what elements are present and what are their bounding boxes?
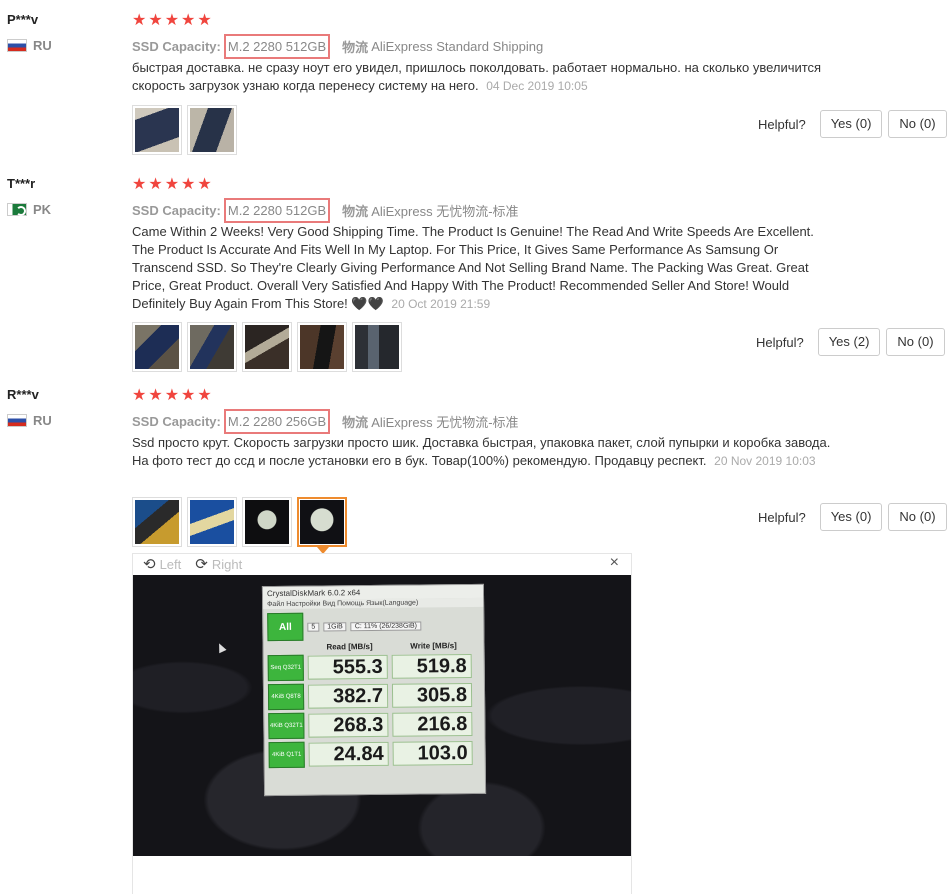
photo-viewer: ⟲ Left ⟳ Right × CrystalDiskMark 6.0.2 x… [132,553,632,894]
helpful-controls: Helpful? Yes (0) No (0) [758,503,947,531]
benchmark-read-value: 24.84 [308,741,389,767]
review-photo-thumb[interactable] [132,497,182,547]
review-photo-thumb[interactable] [352,322,402,372]
purchase-attributes: SSD Capacity: M.2 2280 512GB 物流 AliExpre… [132,198,519,223]
benchmark-write-value: 305.8 [391,682,473,708]
russia-flag-icon [7,414,27,427]
review-photo-thumb[interactable] [187,497,237,547]
helpful-yes-button[interactable]: Yes (0) [819,110,883,138]
review-photo-thumb[interactable] [132,322,182,372]
review-text: быстрая доставка. не сразу ноут его увид… [132,59,832,95]
capacity-value: M.2 2280 512GB [223,198,331,223]
benchmark-row: 4KiB Q32T1 268.3 216.8 [268,711,480,740]
purchase-attributes: SSD Capacity: M.2 2280 256GB 物流 AliExpre… [132,409,519,434]
review-date: 20 Oct 2019 21:59 [391,297,491,311]
benchmark-row: 4KiB Q1T1 24.84 103.0 [268,740,481,769]
benchmark-row-label: Seq Q32T1 [267,654,304,682]
shipping-label: 物流 [342,204,369,219]
capacity-value: M.2 2280 256GB [223,409,331,434]
read-header: Read [MB/s] [326,642,373,652]
shipping-label: 物流 [342,415,369,430]
rotate-right-icon[interactable]: ⟳ [195,555,208,573]
reviewer-name: R***v [7,387,39,402]
benchmark-row: Seq Q32T1 555.3 519.8 [267,653,480,682]
review-photo-thumb[interactable] [132,105,182,155]
rotate-left-button[interactable]: Left [160,557,182,572]
russia-flag-icon [7,39,27,52]
reviewer-name: P***v [7,12,39,27]
photo-thumbnails [132,322,402,372]
reviewer-country: RU [7,38,52,53]
helpful-no-button[interactable]: No (0) [886,328,945,356]
country-code: RU [33,38,52,53]
country-code: RU [33,413,52,428]
review-photo-thumb[interactable] [242,322,292,372]
review-photo-thumb[interactable] [242,497,292,547]
review-body: быстрая доставка. не сразу ноут его увид… [132,60,822,93]
review-photo-thumb[interactable] [297,322,347,372]
helpful-no-button[interactable]: No (0) [888,503,947,531]
capacity-value: M.2 2280 512GB [223,34,331,59]
review-2: T***r PK ★★★★★ SSD Capacity: M.2 2280 51… [0,176,950,376]
attr-label: SSD Capacity: [132,203,221,218]
helpful-yes-button[interactable]: Yes (2) [817,328,881,356]
review-1: P***v RU ★★★★★ SSD Capacity: M.2 2280 51… [0,12,950,157]
pakistan-flag-icon [7,203,27,216]
benchmark-drive: C: 11% (26/238GiB) [350,621,421,631]
reviewer-name: T***r [7,176,36,191]
shipping-value: AliExpress Standard Shipping [371,39,544,54]
enlarged-review-photo: CrystalDiskMark 6.0.2 x64 Файл Настройки… [133,575,631,856]
review-date: 04 Dec 2019 10:05 [486,79,588,93]
viewer-toolbar: ⟲ Left ⟳ Right × [133,554,631,574]
attr-label: SSD Capacity: [132,414,221,429]
benchmark-runs: 5 [307,622,320,632]
country-code: PK [33,202,52,217]
rotate-right-button[interactable]: Right [212,557,242,572]
photo-thumbnails [132,497,347,554]
benchmark-row-label: 4KiB Q1T1 [268,741,305,769]
purchase-attributes: SSD Capacity: M.2 2280 512GB 物流 AliExpre… [132,34,543,59]
photo-thumbnails [132,105,237,155]
benchmark-write-value: 216.8 [392,711,473,737]
review-text: Came Within 2 Weeks! Very Good Shipping … [132,223,832,313]
helpful-label: Helpful? [756,334,804,350]
benchmark-read-value: 555.3 [307,654,388,680]
star-rating: ★★★★★ [132,176,214,193]
shipping-value: AliExpress 无忧物流-标准 [371,415,519,430]
review-photo-thumb-selected[interactable] [297,497,347,554]
helpful-no-button[interactable]: No (0) [888,110,947,138]
review-3: R***v RU ★★★★★ SSD Capacity: M.2 2280 25… [0,387,950,554]
reviewer-country: PK [7,202,51,217]
shipping-value: AliExpress 无忧物流-标准 [371,204,519,219]
review-photo-thumb[interactable] [187,322,237,372]
benchmark-row: 4KiB Q8T8 382.7 305.8 [267,682,480,711]
benchmark-row-label: 4KiB Q32T1 [268,712,305,740]
benchmark-screen: CrystalDiskMark 6.0.2 x64 Файл Настройки… [261,583,487,797]
helpful-label: Helpful? [758,509,806,525]
benchmark-size: 1GiB [323,621,347,632]
attr-label: SSD Capacity: [132,39,221,54]
review-date: 20 Nov 2019 10:03 [714,454,816,468]
benchmark-row-label: 4KiB Q8T8 [267,683,305,711]
helpful-label: Helpful? [758,116,806,132]
close-icon[interactable]: × [610,554,619,572]
star-rating: ★★★★★ [132,387,214,404]
write-header: Write [MB/s] [410,641,457,651]
helpful-controls: Helpful? Yes (0) No (0) [758,110,947,138]
benchmark-write-value: 519.8 [391,653,472,679]
reviewer-country: RU [7,413,52,428]
benchmark-write-value: 103.0 [392,740,473,766]
helpful-controls: Helpful? Yes (2) No (0) [756,328,945,356]
benchmark-read-value: 268.3 [308,712,389,738]
benchmark-read-value: 382.7 [307,683,389,709]
rotate-left-icon[interactable]: ⟲ [143,555,156,573]
review-text: Ssd просто крут. Скорость загрузки прост… [132,434,832,470]
review-photo-thumb[interactable] [187,105,237,155]
helpful-yes-button[interactable]: Yes (0) [819,503,883,531]
star-rating: ★★★★★ [132,12,214,29]
benchmark-all-button: All [267,612,304,642]
shipping-label: 物流 [342,40,369,55]
